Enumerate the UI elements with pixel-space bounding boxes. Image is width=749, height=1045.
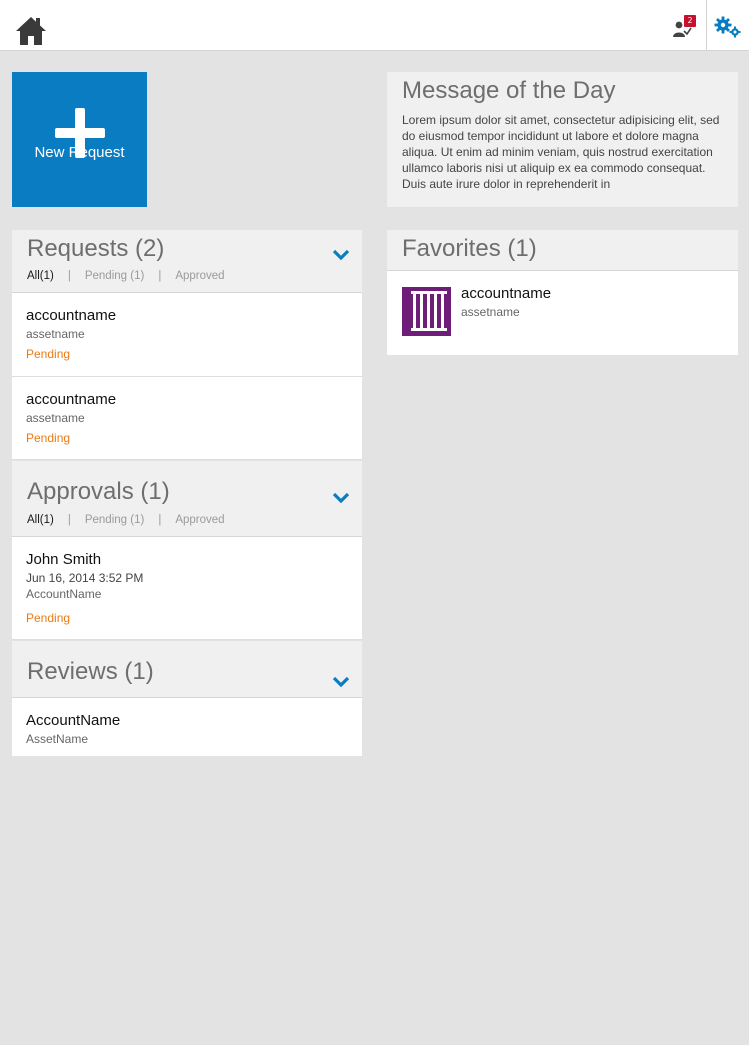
settings-button[interactable] — [714, 15, 742, 39]
asset-name: assetname — [461, 305, 520, 319]
account-name: accountname — [26, 307, 117, 324]
favorites-header: Favorites (1) — [387, 230, 738, 271]
filter-approved[interactable]: Approved — [175, 514, 224, 526]
requester-name: John Smith — [26, 551, 102, 568]
requests-title: Requests (2) — [27, 235, 165, 262]
favorite-item[interactable]: accountname assetname — [387, 271, 738, 355]
approvals-header: Approvals (1) All(1) | Pending (1) | Approve… — [12, 461, 362, 537]
motd-body: Lorem ipsum dolor sit amet, consectetur … — [402, 113, 720, 191]
filter-all[interactable]: All(1) — [27, 270, 54, 282]
filter-pending[interactable]: Pending (1) — [85, 514, 144, 526]
chevron-down-icon[interactable] — [332, 492, 350, 504]
message-of-the-day: Message of the Day Lorem ipsum dolor sit… — [387, 72, 738, 207]
approvals-filters: All(1) | Pending (1) | Approved — [27, 514, 225, 526]
motd-title: Message of the Day — [402, 77, 616, 104]
chevron-down-icon[interactable] — [332, 249, 350, 261]
favorites-title: Favorites (1) — [402, 235, 537, 262]
new-request-label: New Request — [34, 144, 125, 161]
topbar-divider — [706, 0, 707, 51]
reviews-panel: Reviews (1) AccountName AssetName — [12, 641, 362, 756]
status-label: Pending — [26, 431, 71, 445]
top-bar: 2 — [0, 0, 749, 51]
filter-all[interactable]: All(1) — [27, 514, 54, 526]
list-item[interactable]: John Smith Jun 16, 2014 3:52 PM AccountN… — [12, 537, 362, 640]
account-name: AccountName — [26, 587, 102, 601]
filter-pending[interactable]: Pending (1) — [85, 270, 144, 282]
asset-name: assetname — [26, 411, 85, 425]
requests-panel: Requests (2) All(1) | Pending (1) | Approved… — [12, 230, 362, 460]
list-item[interactable]: AccountName AssetName — [12, 698, 362, 756]
request-date: Jun 16, 2014 3:52 PM — [26, 571, 144, 585]
reviews-title: Reviews (1) — [27, 658, 154, 685]
list-item[interactable]: accountname assetname Pending — [12, 377, 362, 460]
status-label: Pending — [26, 347, 71, 361]
asset-name: assetname — [26, 327, 85, 341]
chevron-down-icon[interactable] — [332, 676, 350, 688]
requests-filters: All(1) | Pending (1) | Approved — [27, 270, 225, 282]
requests-header: Requests (2) All(1) | Pending (1) | Approved — [12, 230, 362, 293]
status-label: Pending — [26, 611, 71, 625]
home-icon — [16, 17, 46, 45]
gears-icon — [714, 16, 741, 38]
favorites-panel: Favorites (1) accountname assetname — [387, 230, 738, 355]
approvals-panel: Approvals (1) All(1) | Pending (1) | Approve… — [12, 461, 362, 640]
notifications-button[interactable]: 2 — [670, 15, 700, 40]
account-name: AccountName — [26, 712, 121, 729]
list-item[interactable]: accountname assetname Pending — [12, 293, 362, 377]
account-name: accountname — [461, 285, 552, 302]
approvals-title: Approvals (1) — [27, 478, 170, 505]
asset-name: AssetName — [26, 732, 89, 746]
notification-badge: 2 — [684, 15, 696, 27]
reviews-header: Reviews (1) — [12, 641, 362, 698]
account-name: accountname — [26, 391, 117, 408]
home-button[interactable] — [14, 15, 48, 47]
filter-approved[interactable]: Approved — [175, 270, 224, 282]
vault-icon — [402, 287, 451, 336]
new-request-tile[interactable]: New Request — [12, 72, 147, 207]
